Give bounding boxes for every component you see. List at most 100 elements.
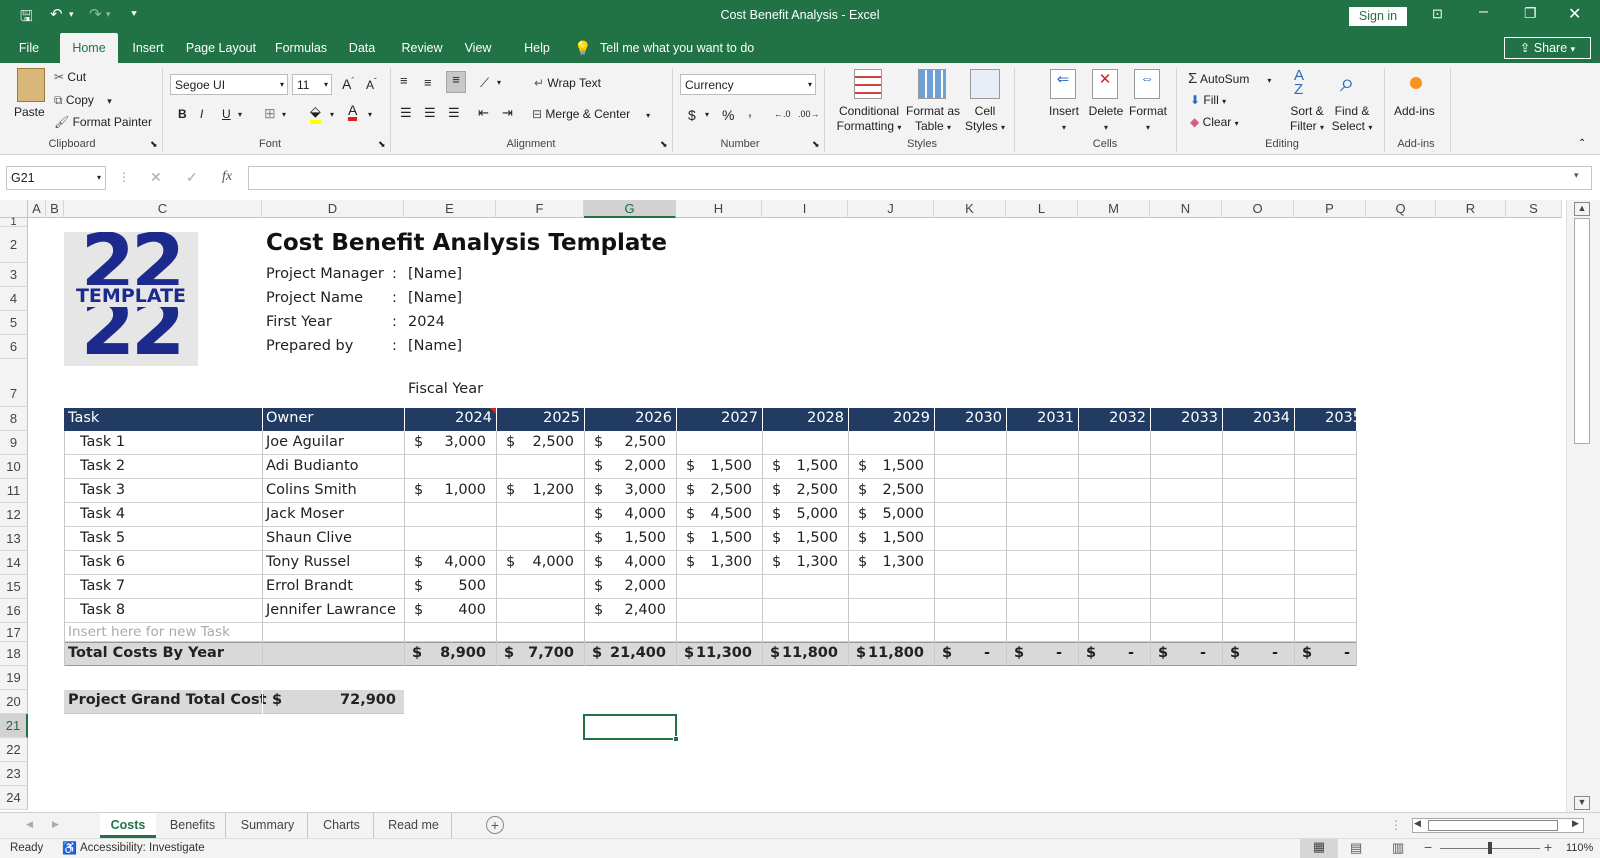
- confirm-entry-icon[interactable]: ✓: [186, 169, 198, 186]
- column-header-q[interactable]: Q: [1366, 200, 1436, 218]
- paste-icon[interactable]: [17, 68, 45, 102]
- tab-review[interactable]: Review: [398, 33, 446, 63]
- zoom-in-icon[interactable]: +: [1544, 839, 1552, 855]
- delete-cells-button[interactable]: Delete ▾: [1086, 104, 1126, 135]
- increase-indent-icon[interactable]: ⇥: [502, 105, 513, 121]
- cost-value[interactable]: 4,500: [676, 506, 752, 522]
- row-header-20[interactable]: 20: [0, 690, 28, 714]
- orientation-dropdown-icon[interactable]: ▾: [497, 78, 501, 87]
- header-year[interactable]: 2029: [848, 410, 930, 426]
- header-year[interactable]: 2024: [404, 410, 492, 426]
- insert-function-button[interactable]: fx: [222, 169, 232, 185]
- collapse-ribbon-icon[interactable]: ⌃: [1578, 138, 1586, 149]
- font-color-dropdown-icon[interactable]: ▾: [368, 110, 372, 119]
- borders-dropdown-icon[interactable]: ▾: [282, 110, 286, 119]
- underline-dropdown-icon[interactable]: ▾: [238, 110, 242, 119]
- maximize-icon[interactable]: ❐: [1524, 5, 1537, 22]
- column-header-r[interactable]: R: [1436, 200, 1506, 218]
- add-ins-icon[interactable]: [1410, 77, 1422, 89]
- active-cell-g21[interactable]: [583, 714, 677, 740]
- insert-row[interactable]: [64, 623, 1356, 642]
- row-header-1[interactable]: 1: [0, 217, 28, 228]
- zoom-level[interactable]: 110%: [1566, 842, 1593, 854]
- close-icon[interactable]: ✕: [1568, 4, 1581, 24]
- scroll-left-icon[interactable]: ◀: [1414, 818, 1421, 829]
- sheet-tab-summary[interactable]: Summary: [228, 813, 308, 838]
- cost-value[interactable]: 1,300: [762, 554, 838, 570]
- task-name[interactable]: Task 5: [80, 530, 125, 546]
- row-header-21[interactable]: 21: [0, 714, 28, 738]
- cost-value[interactable]: 1,500: [762, 530, 838, 546]
- format-as-table-icon[interactable]: [918, 69, 946, 99]
- formula-input[interactable]: [248, 166, 1592, 190]
- merge-center-button[interactable]: ⊟ Merge & Center ▾: [532, 107, 650, 121]
- header-year[interactable]: 2031: [1006, 410, 1074, 426]
- share-button[interactable]: ⇪ Share ▾: [1504, 37, 1591, 59]
- tab-page-layout[interactable]: Page Layout: [184, 33, 258, 63]
- autosum-button[interactable]: Σ AutoSum ▾: [1188, 70, 1271, 87]
- ribbon-display-icon[interactable]: ⊡: [1432, 6, 1443, 22]
- row-header-8[interactable]: 8: [0, 407, 28, 431]
- header-year[interactable]: 2034: [1222, 410, 1290, 426]
- info-value-prepared-by[interactable]: [Name]: [408, 338, 462, 354]
- bold-button[interactable]: B: [178, 107, 187, 121]
- total-value[interactable]: -: [1078, 645, 1134, 661]
- grand-total-value[interactable]: 72,900: [262, 692, 396, 708]
- tab-home[interactable]: Home: [60, 33, 118, 63]
- sort-filter-button[interactable]: Sort & Filter ▾: [1286, 104, 1328, 135]
- middle-align-icon[interactable]: ≡: [424, 75, 432, 90]
- cost-value[interactable]: 1,000: [404, 482, 486, 498]
- delete-cells-icon[interactable]: ✕: [1092, 69, 1118, 99]
- align-left-icon[interactable]: ☰: [400, 105, 412, 121]
- cut-button[interactable]: ✂ Cut: [54, 70, 86, 84]
- cost-value[interactable]: 2,500: [848, 482, 924, 498]
- task-name[interactable]: Task 3: [80, 482, 125, 498]
- font-size-select[interactable]: 11 ▾: [292, 74, 332, 95]
- info-value-first-year[interactable]: 2024: [408, 314, 445, 330]
- cost-value[interactable]: 1,500: [848, 530, 924, 546]
- cost-value[interactable]: 1,500: [676, 530, 752, 546]
- borders-icon[interactable]: ⊞: [264, 105, 276, 122]
- row-header-13[interactable]: 13: [0, 527, 28, 551]
- add-ins-button[interactable]: Add-ins: [1394, 104, 1435, 118]
- task-owner[interactable]: Tony Russel: [266, 554, 350, 570]
- column-header-p[interactable]: P: [1294, 200, 1366, 218]
- dialog-launcher-icon[interactable]: ⬊: [812, 139, 820, 150]
- task-name[interactable]: Task 2: [80, 458, 125, 474]
- sheet-tab-read-me[interactable]: Read me: [376, 813, 452, 838]
- task-owner[interactable]: Shaun Clive: [266, 530, 352, 546]
- task-owner[interactable]: Joe Aguilar: [266, 434, 344, 450]
- insert-cells-icon[interactable]: ⇐: [1050, 69, 1076, 99]
- accounting-dropdown-icon[interactable]: ▾: [705, 110, 709, 119]
- column-header-k[interactable]: K: [934, 200, 1006, 218]
- header-year[interactable]: 2026: [584, 410, 672, 426]
- dialog-launcher-icon[interactable]: ⬊: [660, 139, 668, 150]
- cost-value[interactable]: 4,000: [496, 554, 574, 570]
- zoom-out-icon[interactable]: −: [1424, 839, 1432, 855]
- insert-hint[interactable]: Insert here for new Task: [68, 624, 230, 640]
- scroll-down-icon[interactable]: ▼: [1574, 796, 1590, 810]
- orientation-icon[interactable]: ⟋: [480, 75, 489, 91]
- formula-bar-grip-icon[interactable]: ⋮: [118, 170, 130, 184]
- comment-indicator[interactable]: [490, 408, 496, 414]
- column-header-e[interactable]: E: [404, 200, 496, 218]
- fill-color-icon[interactable]: ⬙: [310, 103, 321, 124]
- info-label-first-year[interactable]: First Year: [266, 314, 332, 330]
- page-layout-view-icon[interactable]: ▤: [1350, 840, 1362, 856]
- row-header-17[interactable]: 17: [0, 623, 28, 642]
- clear-button[interactable]: ◆ Clear ▾: [1190, 115, 1239, 129]
- total-value[interactable]: 21,400: [584, 645, 666, 661]
- increase-font-icon[interactable]: Aˆ: [342, 76, 354, 92]
- tab-data[interactable]: Data: [344, 33, 380, 63]
- accessibility-icon[interactable]: ♿: [62, 841, 77, 855]
- cost-value[interactable]: 1,500: [848, 458, 924, 474]
- cost-value[interactable]: 1,500: [676, 458, 752, 474]
- cost-value[interactable]: 2,500: [762, 482, 838, 498]
- dialog-launcher-icon[interactable]: ⬊: [378, 139, 386, 150]
- increase-decimal-icon[interactable]: ←.0: [774, 109, 791, 119]
- dialog-launcher-icon[interactable]: ⬊: [150, 139, 158, 150]
- column-header-i[interactable]: I: [762, 200, 848, 218]
- sheet-tab-charts[interactable]: Charts: [310, 813, 374, 838]
- column-header-n[interactable]: N: [1150, 200, 1222, 218]
- header-year[interactable]: 2032: [1078, 410, 1146, 426]
